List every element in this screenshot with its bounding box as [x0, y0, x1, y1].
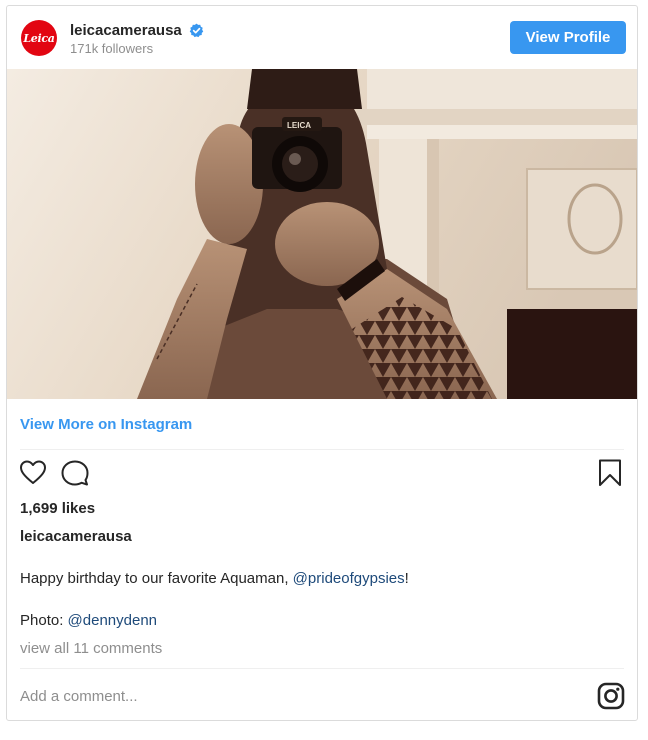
- caption-text: Happy birthday to our favorite Aquaman, …: [20, 570, 409, 587]
- add-comment-field[interactable]: Add a comment...: [20, 688, 138, 705]
- caption-body: Happy birthday to our favorite Aquaman,: [20, 570, 293, 587]
- caption-end: !: [404, 570, 409, 587]
- username[interactable]: leicacamerausa: [70, 22, 182, 39]
- post-header: Leica leicacamerausa 171k followers View…: [7, 6, 637, 69]
- post-photo[interactable]: LEICA: [7, 69, 637, 399]
- view-more-on-instagram-link[interactable]: View More on Instagram: [20, 416, 192, 433]
- divider: [20, 668, 624, 669]
- heart-icon[interactable]: [19, 459, 47, 487]
- verified-badge-icon: [189, 23, 204, 38]
- comment-icon[interactable]: [61, 459, 89, 487]
- photo-credit-label: Photo:: [20, 612, 68, 629]
- instagram-logo-icon[interactable]: [597, 682, 625, 710]
- divider: [20, 449, 624, 450]
- avatar[interactable]: Leica: [21, 20, 57, 56]
- view-all-comments-link[interactable]: view all 11 comments: [20, 640, 162, 657]
- bookmark-icon[interactable]: [598, 459, 622, 487]
- post-image: LEICA: [7, 69, 637, 399]
- avatar-logo-text: Leica: [23, 31, 55, 45]
- caption-mention-link[interactable]: @prideofgypsies: [293, 570, 405, 587]
- instagram-embed-card: Leica leicacamerausa 171k followers View…: [6, 5, 638, 721]
- caption-username[interactable]: leicacamerausa: [20, 528, 132, 545]
- view-profile-button[interactable]: View Profile: [510, 21, 626, 54]
- like-count[interactable]: 1,699 likes: [20, 500, 95, 517]
- follower-count: 171k followers: [70, 41, 154, 56]
- photo-credit-mention-link[interactable]: @dennydenn: [68, 612, 157, 629]
- camera-brand-text: LEICA: [287, 121, 311, 130]
- photo-credit: Photo: @dennydenn: [20, 612, 157, 629]
